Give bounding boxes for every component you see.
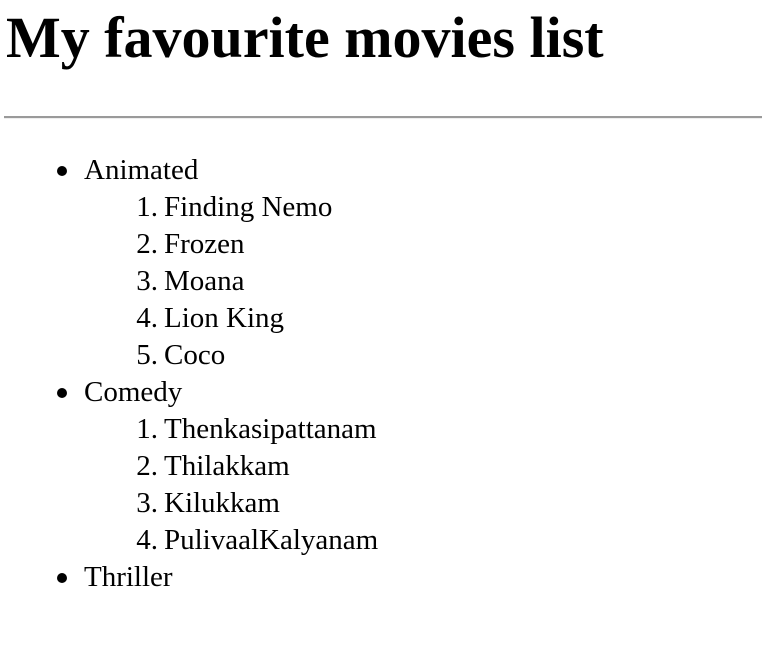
list-item: 4. PulivaalKalyanam [84,522,378,559]
bullet-icon [57,388,67,398]
page-title: My favourite movies list [6,5,604,70]
movie-title: Moana [164,265,245,297]
list-item: 2. Thilakkam [84,448,378,485]
list-item: 3. Moana [84,263,378,300]
item-number: 2. [136,450,158,482]
item-number: 4. [136,302,158,334]
movie-title: PulivaalKalyanam [164,524,379,556]
movie-list-animated: 1. Finding Nemo 2. Frozen 3. Moana 4. Li… [84,189,378,374]
bullet-icon [57,166,67,176]
movie-title: Finding Nemo [164,191,333,223]
item-number: 1. [136,191,158,223]
page: My favourite movies list Animated 1. Fin… [0,0,762,664]
movie-title: Lion King [164,302,285,334]
bullet-icon [57,573,67,583]
movie-title: Frozen [164,228,245,260]
divider [4,116,762,119]
item-number: 3. [136,487,158,519]
category-comedy: Comedy 1. Thenkasipattanam 2. Thilakkam … [0,374,378,559]
list-item: 5. Coco [84,337,378,374]
item-number: 1. [136,413,158,445]
movie-title: Thilakkam [164,450,290,482]
item-number: 5. [136,339,158,371]
item-number: 3. [136,265,158,297]
category-animated: Animated 1. Finding Nemo 2. Frozen 3. Mo… [0,152,378,374]
movie-list-comedy: 1. Thenkasipattanam 2. Thilakkam 3. Kilu… [84,411,378,559]
category-label: Thriller [84,561,173,593]
category-label: Comedy [84,376,183,408]
list-item: 3. Kilukkam [84,485,378,522]
item-number: 2. [136,228,158,260]
list-item: 4. Lion King [84,300,378,337]
list-item: 1. Finding Nemo [84,189,378,226]
movie-title: Coco [164,339,226,371]
category-list: Animated 1. Finding Nemo 2. Frozen 3. Mo… [0,152,378,596]
movie-title: Kilukkam [164,487,280,519]
list-item: 2. Frozen [84,226,378,263]
list-item: 1. Thenkasipattanam [84,411,378,448]
category-label: Animated [84,154,199,186]
item-number: 4. [136,524,158,556]
category-thriller: Thriller [0,559,378,596]
movie-title: Thenkasipattanam [164,413,377,445]
